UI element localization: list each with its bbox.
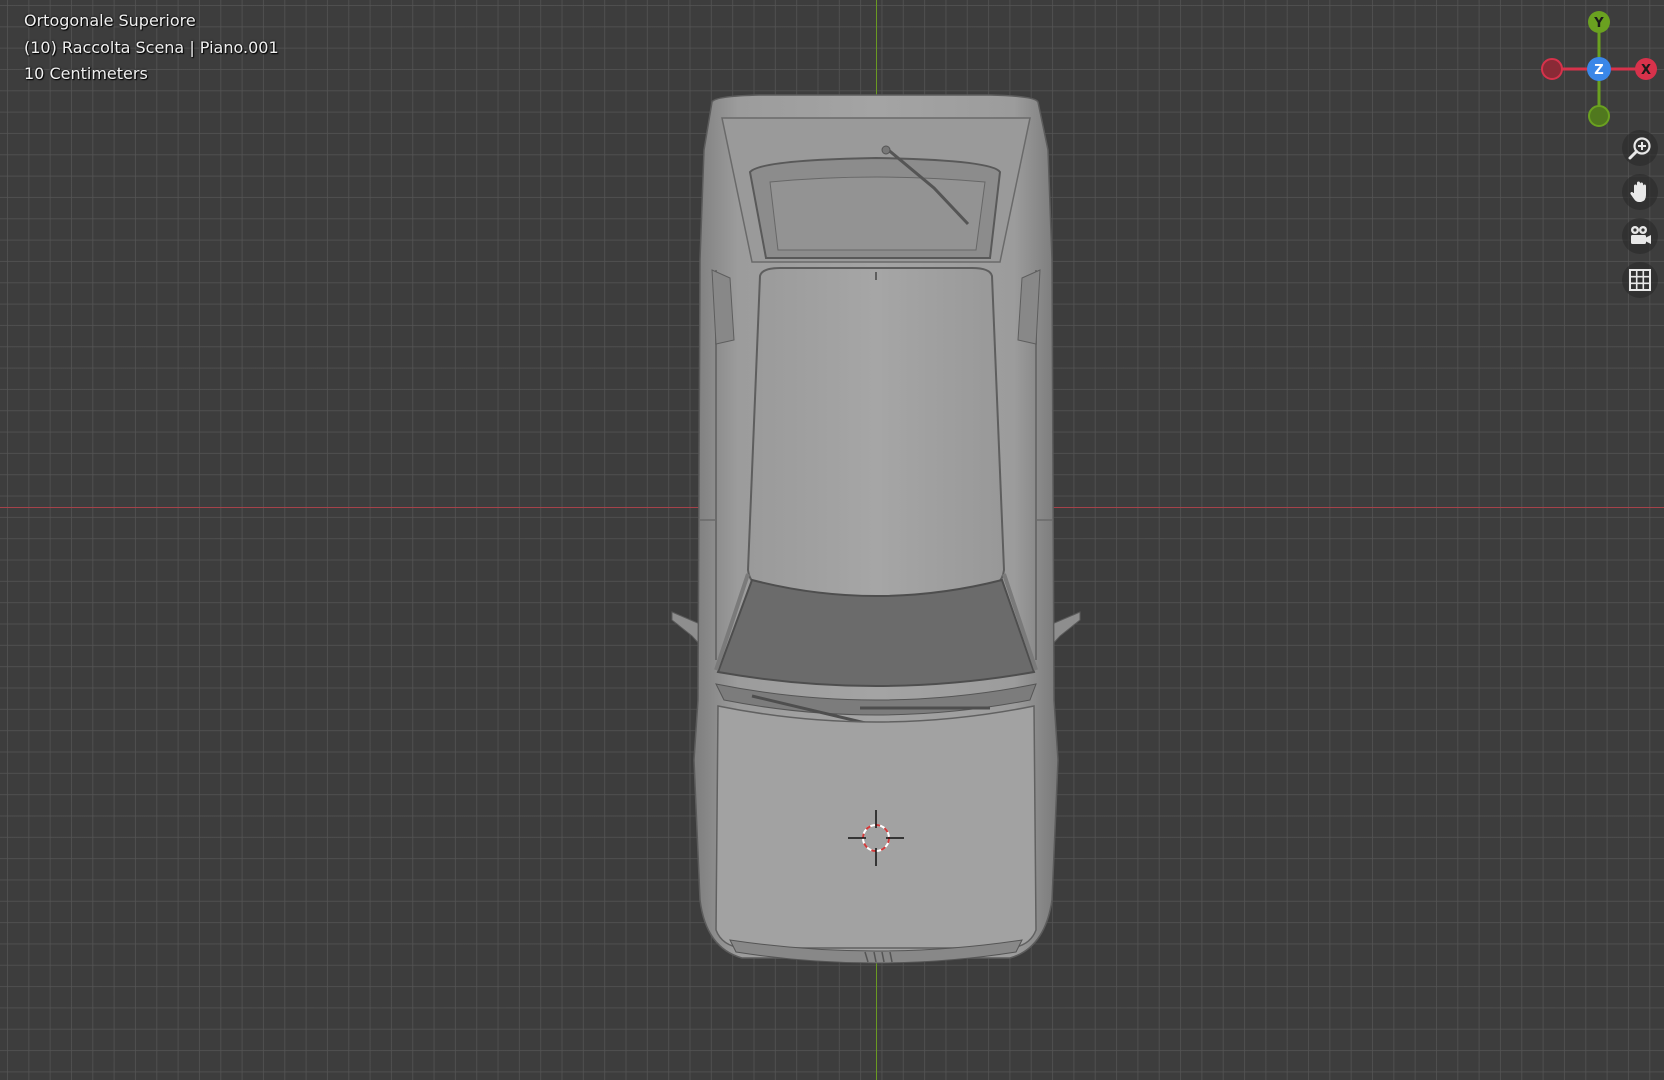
- 3d-cursor[interactable]: [846, 808, 906, 868]
- windshield: [716, 578, 1036, 687]
- 3d-viewport[interactable]: [0, 0, 1664, 1080]
- gizmo-x-label: X: [1641, 63, 1651, 78]
- navigation-gizmo[interactable]: Y X Z: [1530, 8, 1660, 133]
- gizmo-x-handle[interactable]: X: [1635, 58, 1657, 80]
- viewport-info: Ortogonale Superiore (10) Raccolta Scena…: [24, 8, 279, 88]
- grid-scale: 10 Centimeters: [24, 64, 148, 83]
- gizmo-y-label: Y: [1593, 16, 1604, 31]
- gizmo-z-handle[interactable]: Z: [1587, 57, 1611, 81]
- gizmo-y-handle[interactable]: Y: [1588, 11, 1610, 33]
- hand-icon: [1630, 181, 1646, 202]
- camera-icon: [1631, 226, 1651, 244]
- zoom-button[interactable]: [1622, 130, 1658, 166]
- gizmo-neg-y-handle[interactable]: [1588, 105, 1610, 127]
- perspective-toggle-button[interactable]: [1622, 262, 1658, 298]
- grid-icon: [1629, 269, 1651, 291]
- view-name: Ortogonale Superiore: [24, 11, 196, 30]
- gizmo-neg-x-handle[interactable]: [1541, 58, 1563, 80]
- pan-button[interactable]: [1622, 174, 1658, 210]
- roof: [746, 267, 1006, 600]
- zoom-in-icon: [1628, 137, 1651, 160]
- camera-view-button[interactable]: [1622, 218, 1658, 254]
- gizmo-z-label: Z: [1594, 63, 1603, 78]
- collection-info: (10) Raccolta Scena | Piano.001: [24, 37, 279, 57]
- car-model[interactable]: [0, 0, 1664, 1080]
